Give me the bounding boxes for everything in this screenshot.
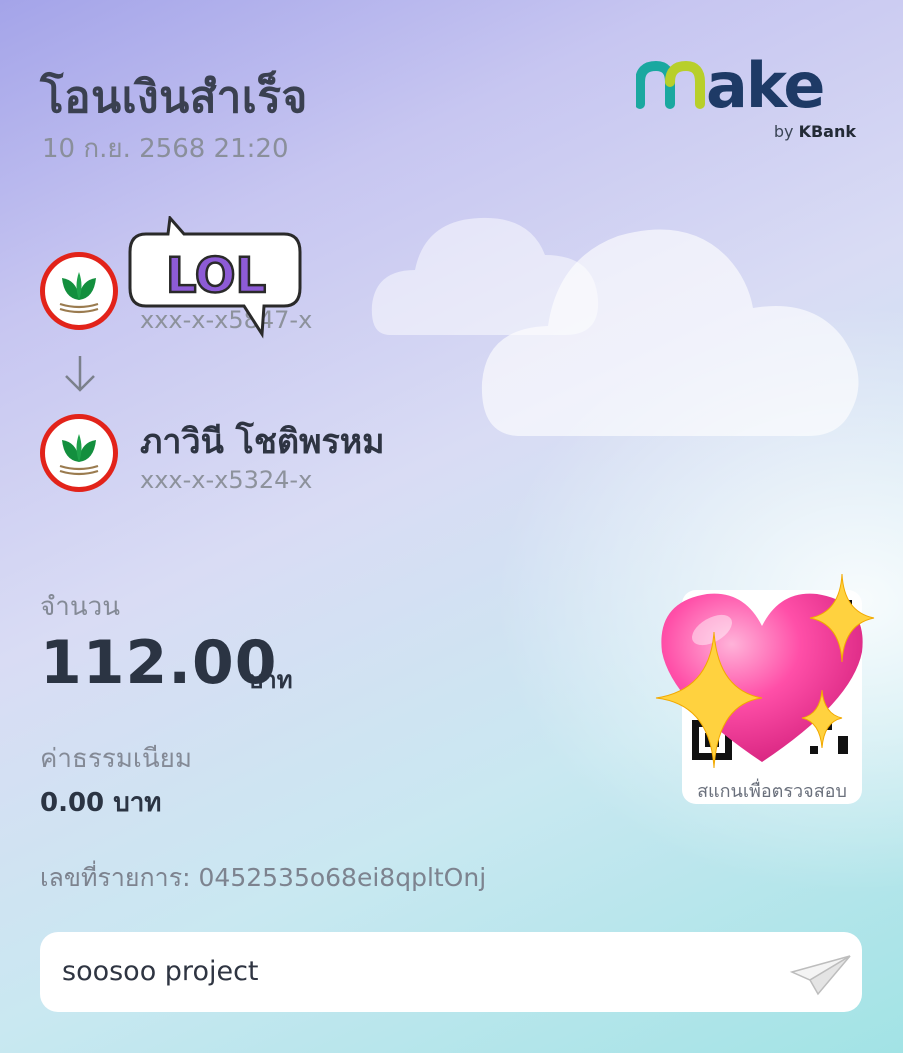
kbank-leaf-icon — [59, 434, 99, 476]
byline-prefix: by — [773, 122, 794, 141]
sparkling-heart-sticker — [655, 573, 875, 769]
transaction-datetime: 10 ก.ย. 2568 21:20 — [42, 134, 289, 164]
amount-unit: บาท — [248, 666, 293, 694]
make-wordmark: ake — [635, 49, 825, 122]
receiver-account-number: xxx-x-x5324-x — [140, 466, 313, 494]
logo-byline: by KBank — [774, 122, 856, 141]
memo-text: soosoo project — [62, 956, 259, 987]
memo-box[interactable]: soosoo project — [40, 932, 862, 1012]
amount-value: 112.00 — [40, 628, 278, 698]
paper-plane-icon — [789, 955, 851, 996]
receiver-name: ภาวินี โชติพรหม — [140, 422, 385, 462]
kbank-leaf-icon — [59, 272, 99, 314]
receiver-bank-icon — [40, 414, 118, 492]
sender-bank-icon — [40, 252, 118, 330]
lol-sticker: LOL — [128, 216, 302, 339]
cloud-decoration-large — [481, 229, 859, 436]
make-by-kbank-logo: ake by KBank — [635, 49, 866, 146]
arrow-down-icon — [65, 356, 95, 392]
fee-label: ค่าธรรมเนียม — [40, 744, 192, 774]
svg-text:ake: ake — [706, 56, 823, 122]
byline-brand: KBank — [798, 122, 856, 141]
transaction-reference: เลขที่รายการ: 0452535o68ei8qpltOnj — [40, 863, 487, 892]
amount-label: จำนวน — [40, 592, 120, 622]
lol-sticker-text: LOL — [166, 248, 266, 304]
page-title: โอนเงินสำเร็จ — [40, 72, 308, 123]
fee-value: 0.00 บาท — [40, 788, 162, 818]
